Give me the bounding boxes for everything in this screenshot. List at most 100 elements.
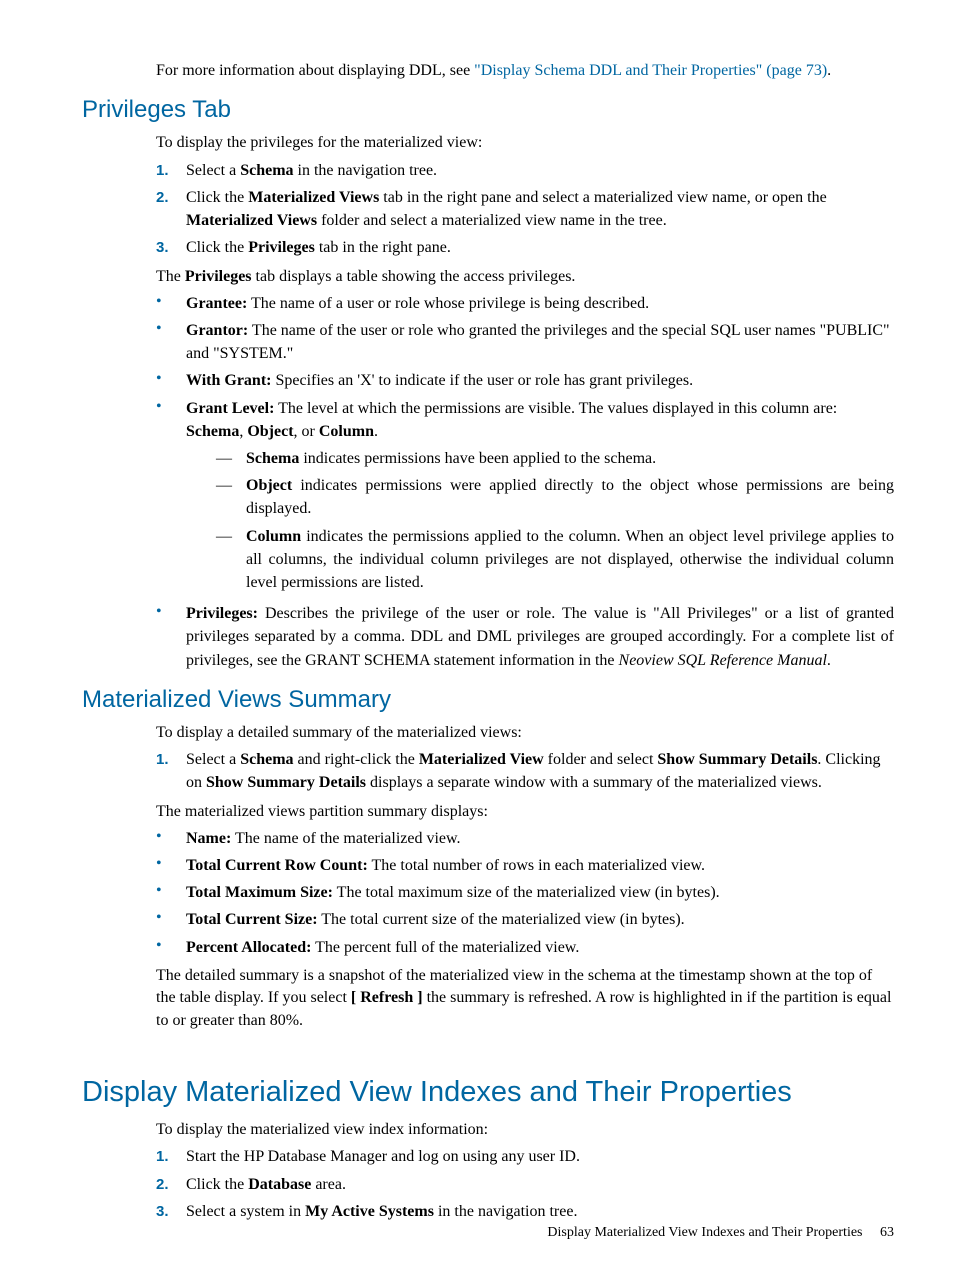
- priv-step-2: 2. Click the Materialized Views tab in t…: [156, 186, 894, 232]
- step-number: 1.: [156, 1145, 186, 1168]
- t: tab in the right pane and select a mater…: [379, 189, 826, 206]
- dash-schema: — Schema indicates permissions have been…: [216, 447, 894, 470]
- label: Total Maximum Size:: [186, 884, 333, 901]
- t: and right-click the: [294, 751, 419, 768]
- t: in the navigation tree.: [434, 1203, 578, 1220]
- mv-bold: Materialized View: [419, 751, 544, 768]
- xref-display-schema-ddl[interactable]: "Display Schema DDL and Their Properties…: [474, 62, 827, 79]
- column-bold: Column: [246, 528, 301, 545]
- t: The total maximum size of the materializ…: [333, 884, 720, 901]
- intro-paragraph: For more information about displaying DD…: [156, 60, 894, 82]
- object-bold: Object: [246, 477, 292, 494]
- t: displays a separate window with a summar…: [366, 774, 822, 791]
- step-number: 1.: [156, 159, 186, 182]
- t: tab in the right pane.: [315, 239, 451, 256]
- grant-level-sublist: — Schema indicates permissions have been…: [216, 447, 894, 594]
- t: , or: [294, 423, 319, 440]
- t: tab displays a table showing the access …: [252, 268, 576, 285]
- label: Grantor:: [186, 322, 248, 339]
- refresh-bold: [ Refresh ]: [351, 989, 423, 1006]
- bullet-icon: •: [156, 936, 186, 959]
- t: The total current size of the materializ…: [318, 911, 685, 928]
- t: The level at which the permissions are v…: [274, 400, 837, 417]
- t: The: [156, 268, 185, 285]
- mvs-display-line: The materialized views partition summary…: [156, 801, 894, 823]
- bullet-icon: •: [156, 908, 186, 931]
- t: indicates the permissions applied to the…: [246, 528, 894, 591]
- t: indicates permissions were applied direc…: [246, 477, 894, 517]
- t: area.: [311, 1176, 346, 1193]
- priv-tab-line: The Privileges tab displays a table show…: [156, 266, 894, 288]
- label: Privileges:: [186, 605, 258, 622]
- t: Click the: [186, 189, 248, 206]
- idx-lead: To display the materialized view index i…: [156, 1119, 894, 1141]
- t: Click the: [186, 239, 248, 256]
- t: folder and select a materialized view na…: [317, 212, 667, 229]
- t: .: [374, 423, 378, 440]
- t: The percent full of the materialized vie…: [311, 939, 579, 956]
- bullet-name: • Name: The name of the materialized vie…: [156, 827, 894, 850]
- mvs-step-1: 1. Select a Schema and right-click the M…: [156, 748, 894, 794]
- t: Select a system in: [186, 1203, 305, 1220]
- t: The name of the materialized view.: [231, 830, 460, 847]
- privileges-bold: Privileges: [185, 268, 252, 285]
- t: The name of a user or role whose privile…: [247, 295, 649, 312]
- database-bold: Database: [248, 1176, 311, 1193]
- mvs-steps: 1. Select a Schema and right-click the M…: [156, 748, 894, 794]
- t: indicates permissions have been applied …: [299, 450, 656, 467]
- bullet-icon: •: [156, 854, 186, 877]
- intro-post: .: [827, 62, 831, 79]
- bullet-icon: •: [156, 602, 186, 672]
- schema-bold: Schema: [240, 162, 293, 179]
- priv-step-1: 1. Select a Schema in the navigation tre…: [156, 159, 894, 182]
- mv-tab-bold: Materialized Views: [248, 189, 379, 206]
- bullet-icon: •: [156, 827, 186, 850]
- step-number: 3.: [156, 236, 186, 259]
- step-number: 3.: [156, 1200, 186, 1223]
- footer-section-title: Display Materialized View Indexes and Th…: [547, 1225, 862, 1240]
- idx-step-3: 3. Select a system in My Active Systems …: [156, 1200, 894, 1223]
- bullet-icon: •: [156, 319, 186, 365]
- heading-mv-indexes: Display Materialized View Indexes and Th…: [82, 1076, 894, 1109]
- bullet-icon: •: [156, 397, 186, 599]
- show-summary-bold: Show Summary Details: [657, 751, 817, 768]
- priv-bullets: • Grantee: The name of a user or role wh…: [156, 292, 894, 672]
- schema-bold: Schema: [246, 450, 299, 467]
- dash-icon: —: [216, 525, 246, 595]
- mvs-tail: The detailed summary is a snapshot of th…: [156, 965, 894, 1032]
- footer-page-number: 63: [880, 1225, 894, 1240]
- t: Select a: [186, 162, 240, 179]
- intro-pre: For more information about displaying DD…: [156, 62, 474, 79]
- bullet-grantor: • Grantor: The name of the user or role …: [156, 319, 894, 365]
- bullet-with-grant: • With Grant: Specifies an 'X' to indica…: [156, 369, 894, 392]
- object-bold: Object: [247, 423, 293, 440]
- bullet-percent-allocated: • Percent Allocated: The percent full of…: [156, 936, 894, 959]
- bullet-icon: •: [156, 292, 186, 315]
- column-bold: Column: [319, 423, 374, 440]
- t: Click the: [186, 1176, 248, 1193]
- t: folder and select: [544, 751, 658, 768]
- bullet-grantee: • Grantee: The name of a user or role wh…: [156, 292, 894, 315]
- bullet-privileges: • Privileges: Describes the privilege of…: [156, 602, 894, 672]
- bullet-max-size: • Total Maximum Size: The total maximum …: [156, 881, 894, 904]
- step-number: 2.: [156, 1173, 186, 1196]
- label: Grant Level:: [186, 400, 274, 417]
- bullet-grant-level: • Grant Level: The level at which the pe…: [156, 397, 894, 599]
- bullet-icon: •: [156, 881, 186, 904]
- t: Select a: [186, 751, 240, 768]
- label: With Grant:: [186, 372, 271, 389]
- label: Total Current Row Count:: [186, 857, 368, 874]
- dash-icon: —: [216, 447, 246, 470]
- label: Total Current Size:: [186, 911, 318, 928]
- dash-column: — Column indicates the permissions appli…: [216, 525, 894, 595]
- t: The name of the user or role who granted…: [186, 322, 890, 362]
- privileges-bold: Privileges: [248, 239, 315, 256]
- page-footer: Display Materialized View Indexes and Th…: [547, 1225, 894, 1241]
- idx-steps: 1. Start the HP Database Manager and log…: [156, 1145, 894, 1223]
- mvs-bullets: • Name: The name of the materialized vie…: [156, 827, 894, 959]
- bullet-current-size: • Total Current Size: The total current …: [156, 908, 894, 931]
- dash-object: — Object indicates permissions were appl…: [216, 474, 894, 520]
- schema-bold: Schema: [240, 751, 293, 768]
- priv-steps: 1. Select a Schema in the navigation tre…: [156, 159, 894, 260]
- mvs-lead: To display a detailed summary of the mat…: [156, 722, 894, 744]
